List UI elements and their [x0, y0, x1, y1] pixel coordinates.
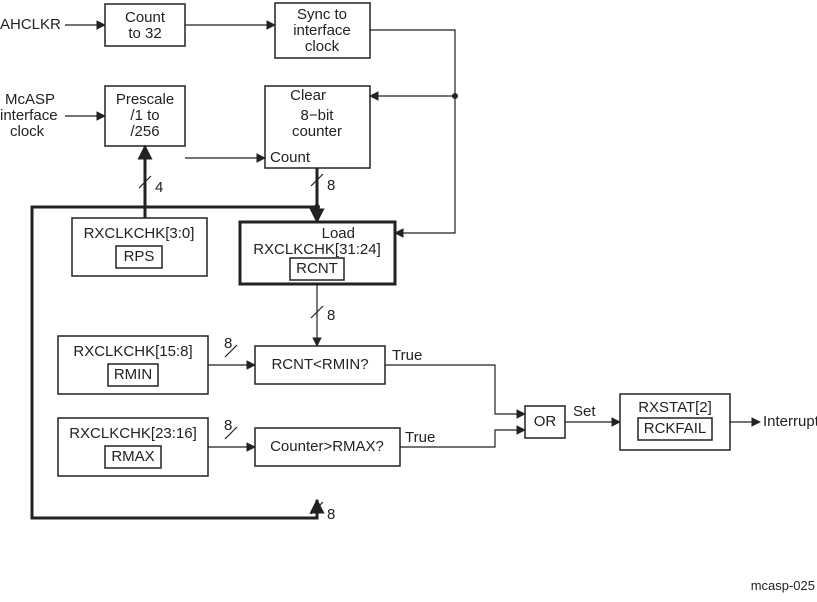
label-cmp-rmax: Counter>RMAX? — [270, 438, 384, 455]
input-mcasp-l1: McASP — [5, 91, 55, 108]
label-count32-l2: to 32 — [128, 25, 161, 42]
label-or: OR — [534, 413, 557, 430]
label-rcnt-name: RCNT — [296, 260, 338, 277]
label-rps-reg: RXCLKCHK[3:0] — [84, 225, 195, 242]
label-rmax-reg: RXCLKCHK[23:16] — [69, 425, 197, 442]
label-rxstat-name: RCKFAIL — [644, 420, 707, 437]
label-set: Set — [573, 403, 596, 420]
label-rmin-name: RMIN — [114, 366, 152, 383]
label-sync-l1: Sync to — [297, 6, 347, 23]
label-rxstat-reg: RXSTAT[2] — [638, 399, 712, 416]
bus-width-4: 4 — [155, 179, 163, 196]
label-rmax-name: RMAX — [111, 448, 154, 465]
figure-id: mcasp-025 — [751, 578, 815, 593]
label-rmin-reg: RXCLKCHK[15:8] — [73, 343, 192, 360]
input-ahclkr: AHCLKR — [0, 16, 61, 33]
label-load: Load — [322, 225, 355, 242]
label-cnt-l1: 8−bit — [301, 107, 335, 124]
bus-width-8d: 8 — [224, 417, 232, 434]
label-rps-name: RPS — [124, 248, 155, 265]
input-mcasp-l3: clock — [10, 123, 45, 140]
label-sync-l2: interface — [293, 22, 351, 39]
label-sync-l3: clock — [305, 38, 340, 55]
label-clear: Clear — [290, 87, 326, 104]
bus-width-8c: 8 — [224, 335, 232, 352]
bus-width-8b: 8 — [327, 307, 335, 324]
bus-width-8e: 8 — [327, 506, 335, 523]
label-cnt-l2: counter — [292, 123, 342, 140]
label-true1: True — [392, 347, 422, 364]
label-prescale-l2: /1 to — [130, 107, 159, 124]
output-interrupt: Interrupt — [763, 413, 817, 430]
input-mcasp-l2: interface — [0, 107, 58, 124]
label-prescale-l3: /256 — [130, 123, 159, 140]
label-count32-l1: Count — [125, 9, 166, 26]
label-count-port: Count — [270, 149, 311, 166]
label-rcnt-reg: RXCLKCHK[31:24] — [253, 241, 381, 258]
label-cmp-rmin: RCNT<RMIN? — [271, 356, 368, 373]
label-true2: True — [405, 429, 435, 446]
label-prescale-l1: Prescale — [116, 91, 174, 108]
bus-width-8a: 8 — [327, 177, 335, 194]
